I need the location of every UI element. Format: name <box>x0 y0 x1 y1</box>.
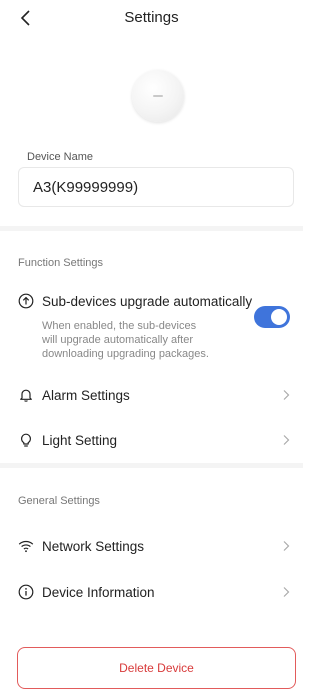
toggle-knob <box>271 309 287 325</box>
network-settings-label: Network Settings <box>42 538 145 554</box>
light-setting-row[interactable]: Light Setting <box>18 431 290 449</box>
page-title: Settings <box>124 9 179 26</box>
device-image <box>132 70 184 122</box>
bell-icon <box>18 387 34 403</box>
header-bar: Settings <box>0 0 303 36</box>
device-information-label: Device Information <box>42 584 155 600</box>
general-settings-title: General Settings <box>18 495 100 507</box>
info-circle-icon <box>18 584 34 600</box>
chevron-right-icon <box>282 586 290 598</box>
subdevice-upgrade-row: Sub-devices upgrade automatically <box>18 292 290 310</box>
subdevice-upgrade-label: Sub-devices upgrade automatically <box>42 293 253 309</box>
subdevice-upgrade-description: When enabled, the sub-devices will upgra… <box>42 320 209 360</box>
network-settings-row[interactable]: Network Settings <box>18 537 290 555</box>
section-divider <box>0 463 303 468</box>
chevron-right-icon <box>282 540 290 552</box>
upload-circle-icon <box>18 293 34 309</box>
alarm-settings-label: Alarm Settings <box>42 387 130 403</box>
alarm-settings-row[interactable]: Alarm Settings <box>18 386 290 404</box>
device-name-label: Device Name <box>27 151 94 163</box>
delete-device-button[interactable]: Delete Device <box>17 647 296 689</box>
light-setting-label: Light Setting <box>42 432 118 448</box>
subdevice-upgrade-toggle[interactable] <box>254 306 290 328</box>
wifi-icon <box>18 538 34 554</box>
device-name-value: A3(K99999999) <box>33 178 139 196</box>
lightbulb-icon <box>18 432 34 448</box>
section-divider <box>0 226 303 231</box>
device-logo-mark <box>153 95 163 97</box>
device-information-row[interactable]: Device Information <box>18 583 290 601</box>
function-settings-title: Function Settings <box>18 257 103 269</box>
chevron-right-icon <box>282 434 290 446</box>
delete-device-label: Delete Device <box>119 661 194 675</box>
chevron-right-icon <box>282 389 290 401</box>
device-name-field[interactable]: A3(K99999999) <box>18 167 294 207</box>
